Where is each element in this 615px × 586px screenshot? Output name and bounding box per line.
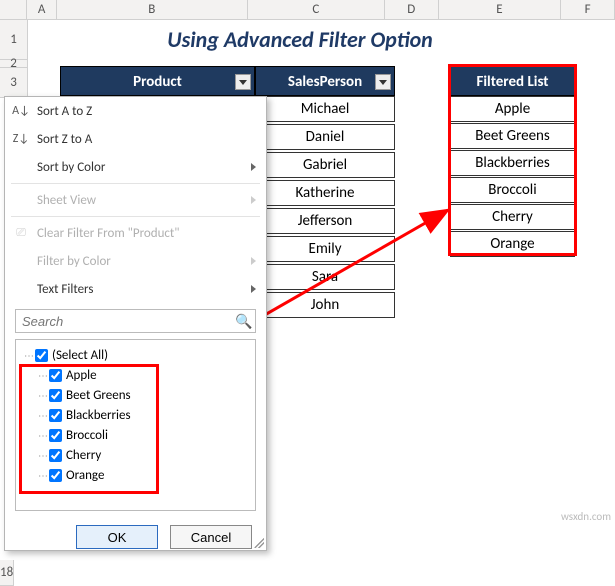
checkbox-item[interactable] bbox=[49, 429, 62, 442]
filtered-cell[interactable]: Cherry bbox=[450, 204, 575, 230]
salesperson-cell[interactable]: Jefferson bbox=[255, 208, 395, 234]
chevron-right-icon bbox=[251, 163, 256, 171]
tree-item-label: Cherry bbox=[66, 448, 101, 463]
sort-az-icon: A↓ bbox=[13, 103, 29, 119]
filter-button-salesperson[interactable] bbox=[375, 74, 391, 90]
filtered-cell[interactable]: Blackberries bbox=[450, 150, 575, 176]
checkbox-item[interactable] bbox=[49, 389, 62, 402]
filter-search-input[interactable] bbox=[16, 310, 255, 332]
row-header-3[interactable]: 3 bbox=[0, 68, 28, 98]
menu-separator bbox=[11, 183, 260, 184]
row-header-1[interactable]: 1 bbox=[0, 20, 28, 60]
menu-separator bbox=[11, 216, 260, 217]
checkbox-item[interactable] bbox=[49, 449, 62, 462]
filtered-cell[interactable]: Orange bbox=[450, 231, 575, 257]
tree-toggle-icon: ⋯ bbox=[38, 369, 47, 382]
filter-dropdown-menu: A↓ Sort A to Z Z↓ Sort Z to A Sort by Co… bbox=[4, 96, 267, 551]
filtered-cell[interactable]: Apple bbox=[450, 96, 575, 122]
tree-item-label: Broccoli bbox=[66, 428, 108, 443]
tree-item[interactable]: ⋯ Blackberries bbox=[20, 405, 251, 425]
resize-grip[interactable] bbox=[254, 538, 264, 548]
header-product-label: Product bbox=[133, 73, 182, 91]
menu-sort-color-label: Sort by Color bbox=[37, 160, 105, 175]
menu-sort-za[interactable]: Z↓ Sort Z to A bbox=[5, 125, 266, 153]
tree-toggle-icon: ⋯ bbox=[38, 429, 47, 442]
chevron-right-icon bbox=[251, 196, 256, 204]
header-salesperson: SalesPerson bbox=[255, 66, 395, 96]
salesperson-cell[interactable]: Sara bbox=[255, 264, 395, 290]
tree-select-all[interactable]: ⋯ (Select All) bbox=[20, 345, 251, 365]
salesperson-cell[interactable]: Katherine bbox=[255, 180, 395, 206]
tree-item-label: Beet Greens bbox=[66, 388, 131, 403]
tree-select-all-label: (Select All) bbox=[52, 348, 108, 363]
sort-za-icon: Z↓ bbox=[13, 131, 29, 147]
header-product: Product bbox=[60, 66, 255, 96]
col-header-C[interactable]: C bbox=[248, 0, 385, 19]
header-salesperson-label: SalesPerson bbox=[288, 73, 362, 91]
menu-text-filters[interactable]: Text Filters bbox=[5, 275, 266, 303]
worksheet: A B C D E F 1 2 3 18 Using Advanced Filt… bbox=[0, 0, 615, 583]
tree-toggle-icon: ⋯ bbox=[24, 349, 33, 362]
chevron-right-icon bbox=[251, 285, 256, 293]
menu-filter-color-label: Filter by Color bbox=[37, 254, 111, 269]
tree-item-label: Blackberries bbox=[66, 408, 131, 423]
column-headers: A B C D E F bbox=[0, 0, 615, 20]
menu-sheet-view-label: Sheet View bbox=[37, 193, 96, 208]
salesperson-cell[interactable]: Daniel bbox=[255, 124, 395, 150]
menu-clear-filter-label: Clear Filter From "Product" bbox=[37, 226, 179, 241]
menu-buttons: OK Cancel bbox=[5, 511, 266, 563]
menu-sort-az[interactable]: A↓ Sort A to Z bbox=[5, 97, 266, 125]
page-title: Using Advanced Filter Option bbox=[120, 26, 480, 53]
salesperson-cell[interactable]: John bbox=[255, 292, 395, 318]
row-header-2[interactable]: 2 bbox=[0, 60, 28, 68]
search-icon: 🔍 bbox=[235, 313, 251, 329]
col-header-E[interactable]: E bbox=[439, 0, 561, 19]
tree-toggle-icon: ⋯ bbox=[38, 449, 47, 462]
tree-item[interactable]: ⋯ Cherry bbox=[20, 445, 251, 465]
filter-button-product[interactable] bbox=[235, 74, 251, 90]
col-header-A[interactable]: A bbox=[27, 0, 56, 19]
col-header-B[interactable]: B bbox=[57, 0, 248, 19]
menu-sort-az-label: Sort A to Z bbox=[37, 104, 92, 119]
filtered-cell[interactable]: Beet Greens bbox=[450, 123, 575, 149]
watermark: wsxdn.com bbox=[561, 510, 611, 523]
checkbox-select-all[interactable] bbox=[35, 349, 48, 362]
tree-item-label: Orange bbox=[66, 468, 104, 483]
tree-item[interactable]: ⋯ Broccoli bbox=[20, 425, 251, 445]
cancel-button[interactable]: Cancel bbox=[170, 525, 252, 549]
row-header-18[interactable]: 18 bbox=[0, 560, 14, 586]
menu-text-filters-label: Text Filters bbox=[37, 282, 93, 297]
salesperson-cell[interactable]: Emily bbox=[255, 236, 395, 262]
checkbox-item[interactable] bbox=[49, 409, 62, 422]
menu-filter-by-color: Filter by Color bbox=[5, 247, 266, 275]
tree-item[interactable]: ⋯ Beet Greens bbox=[20, 385, 251, 405]
menu-sort-by-color[interactable]: Sort by Color bbox=[5, 153, 266, 181]
tree-item[interactable]: ⋯ Orange bbox=[20, 465, 251, 485]
row-headers: 1 2 3 18 bbox=[0, 20, 28, 98]
header-filtered-label: Filtered List bbox=[476, 73, 548, 91]
tree-item[interactable]: ⋯ Apple bbox=[20, 365, 251, 385]
tree-toggle-icon: ⋯ bbox=[38, 469, 47, 482]
col-header-D[interactable]: D bbox=[385, 0, 439, 19]
tree-toggle-icon: ⋯ bbox=[38, 389, 47, 402]
chevron-right-icon bbox=[251, 257, 256, 265]
ok-button[interactable]: OK bbox=[76, 525, 158, 549]
tree-item-label: Apple bbox=[66, 368, 97, 383]
checkbox-item[interactable] bbox=[49, 469, 62, 482]
filtered-cell[interactable]: Broccoli bbox=[450, 177, 575, 203]
filter-search: 🔍 bbox=[15, 309, 256, 333]
menu-sheet-view: Sheet View bbox=[5, 186, 266, 214]
menu-clear-filter: ⎚ Clear Filter From "Product" bbox=[5, 219, 266, 247]
header-filtered: Filtered List bbox=[450, 66, 575, 96]
salesperson-cell[interactable]: Michael bbox=[255, 96, 395, 122]
select-all-corner[interactable] bbox=[0, 0, 27, 19]
clear-filter-icon: ⎚ bbox=[13, 225, 29, 241]
salesperson-cell[interactable]: Gabriel bbox=[255, 152, 395, 178]
filter-tree: ⋯ (Select All) ⋯ Apple ⋯ Beet Greens ⋯ Blackb… bbox=[15, 339, 256, 511]
menu-sort-za-label: Sort Z to A bbox=[37, 132, 92, 147]
col-header-F[interactable]: F bbox=[561, 0, 615, 19]
tree-toggle-icon: ⋯ bbox=[38, 409, 47, 422]
checkbox-item[interactable] bbox=[49, 369, 62, 382]
